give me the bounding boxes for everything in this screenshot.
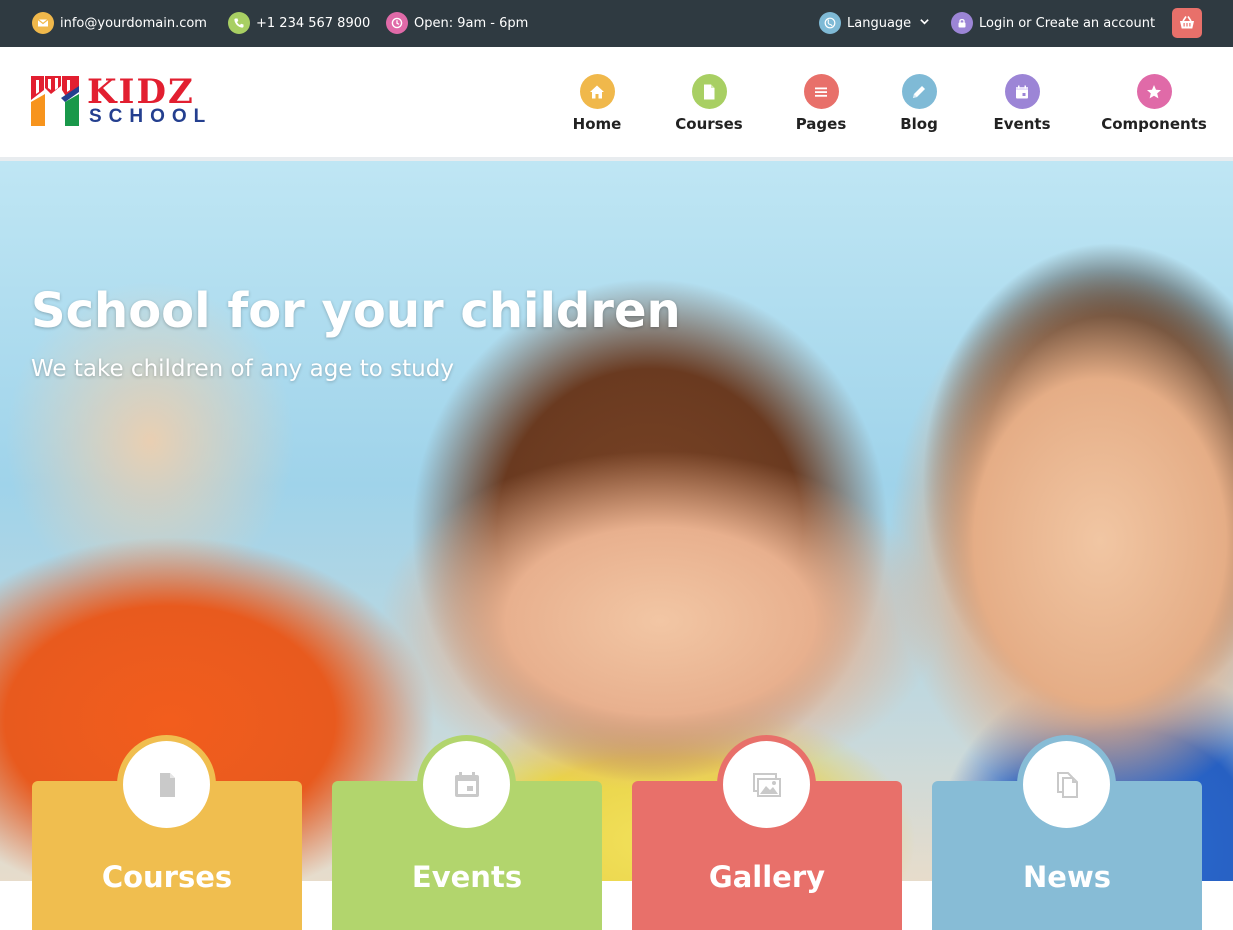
nav-pages-label: Pages — [795, 115, 847, 133]
phone-link[interactable]: +1 234 567 8900 — [228, 11, 370, 35]
document-icon — [691, 74, 727, 109]
document-icon — [123, 741, 210, 828]
nav-components-label: Components — [1101, 115, 1207, 133]
top-bar: info@yourdomain.com +1 234 567 8900 Open… — [0, 0, 1233, 47]
card-label: Gallery — [708, 860, 826, 894]
menu-icon — [803, 74, 839, 109]
logo[interactable]: KIDZ SCHOOL — [31, 72, 205, 128]
phone-text: +1 234 567 8900 — [256, 15, 371, 31]
globe-icon — [819, 12, 841, 34]
clock-icon — [386, 12, 408, 34]
cart-button[interactable] — [1172, 8, 1202, 38]
email-link[interactable]: info@yourdomain.com — [32, 11, 207, 35]
login-text: Login or Create an account — [979, 15, 1156, 31]
nav-blog-label: Blog — [900, 115, 938, 133]
email-text: info@yourdomain.com — [60, 15, 207, 31]
hand-logo-icon — [31, 76, 79, 126]
hero-subtitle: We take children of any age to study — [31, 356, 454, 382]
nav-pages[interactable]: Pages — [795, 74, 847, 133]
nav-home-label: Home — [572, 115, 622, 133]
nav-courses[interactable]: Courses — [675, 74, 743, 133]
lock-icon — [951, 12, 973, 34]
pencil-icon — [901, 74, 937, 109]
envelope-icon — [32, 12, 54, 34]
nav-home[interactable]: Home — [571, 74, 623, 133]
basket-icon — [1178, 14, 1196, 32]
copy-icon — [1023, 741, 1110, 828]
calendar-icon — [1004, 74, 1040, 109]
hero-title: School for your children — [31, 283, 681, 339]
nav-blog[interactable]: Blog — [896, 74, 942, 133]
login-link[interactable]: Login or Create an account — [951, 11, 1155, 35]
logo-school-text: SCHOOL — [89, 106, 213, 127]
opening-hours: Open: 9am - 6pm — [386, 11, 528, 35]
card-label: Courses — [101, 860, 233, 894]
calendar-icon — [423, 741, 510, 828]
home-icon — [579, 74, 615, 109]
nav-courses-label: Courses — [675, 115, 743, 133]
language-label: Language — [847, 15, 912, 31]
nav-events[interactable]: Events — [993, 74, 1051, 133]
nav-components[interactable]: Components — [1101, 74, 1207, 133]
hours-text: Open: 9am - 6pm — [414, 15, 529, 31]
star-icon — [1136, 74, 1172, 109]
card-label: News — [1023, 860, 1111, 894]
phone-icon — [228, 12, 250, 34]
language-selector[interactable]: Language — [819, 11, 930, 35]
site-header: KIDZ SCHOOL Home Courses Pages Blog Even… — [0, 47, 1233, 161]
nav-events-label: Events — [993, 115, 1051, 133]
chevron-down-icon — [919, 16, 930, 31]
pictures-icon — [723, 741, 810, 828]
card-label: Events — [411, 860, 523, 894]
